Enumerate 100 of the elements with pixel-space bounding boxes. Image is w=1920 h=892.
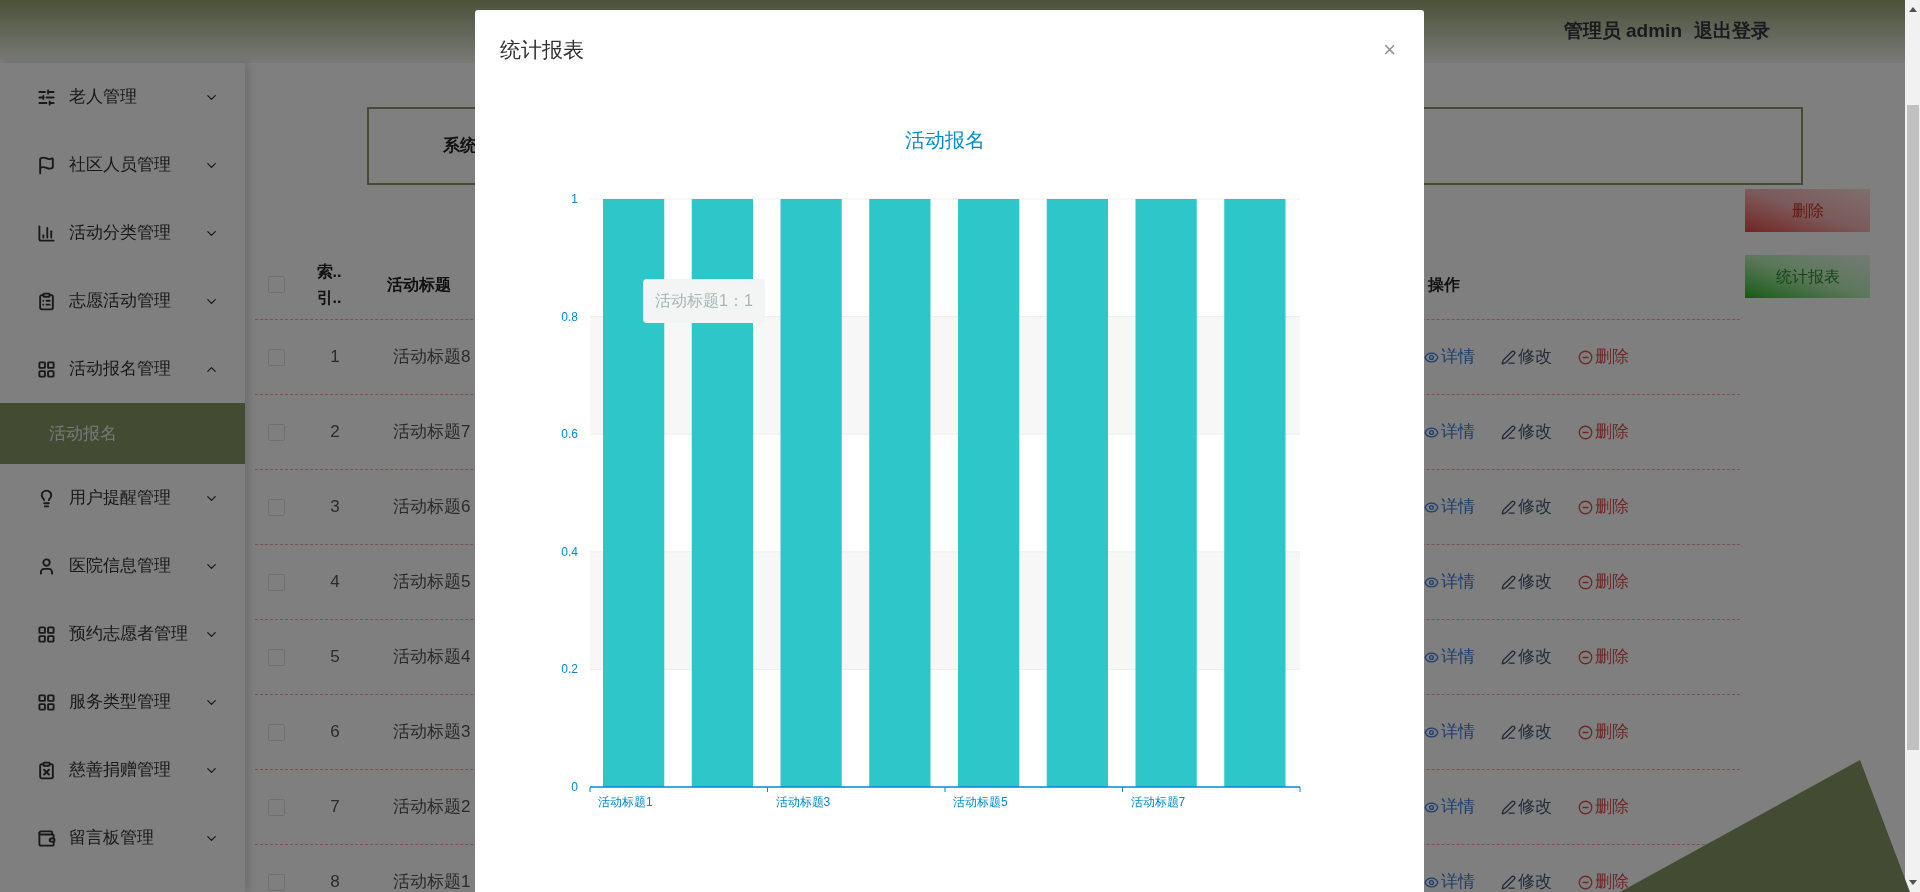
- clipboard-x-icon: [37, 760, 56, 780]
- edit-link[interactable]: 修改: [1501, 344, 1552, 370]
- delete-link[interactable]: 删除: [1578, 419, 1629, 445]
- eye-icon: [1424, 349, 1439, 365]
- details-link[interactable]: 详情: [1424, 569, 1475, 595]
- y-axis-label: 0.6: [561, 426, 578, 441]
- edit-link[interactable]: 修改: [1501, 644, 1552, 670]
- sidebar-label: 慈善捐赠管理: [69, 759, 172, 782]
- delete-link[interactable]: 删除: [1578, 494, 1629, 520]
- delete-link[interactable]: 删除: [1578, 344, 1629, 370]
- table-cell: 活动标题8: [393, 347, 471, 367]
- chart-tooltip: 活动标题1：1: [643, 278, 765, 323]
- pencil-icon: [1501, 649, 1516, 665]
- sidebar-item[interactable]: 慈善捐赠管理: [0, 736, 245, 804]
- x-axis-label: 活动标题7: [1130, 794, 1186, 809]
- sidebar-label: 活动分类管理: [69, 222, 172, 245]
- minus-circle-icon: [1578, 349, 1593, 365]
- edit-link[interactable]: 修改: [1501, 494, 1552, 520]
- flag-icon: [37, 155, 56, 175]
- minus-circle-icon: [1578, 874, 1593, 890]
- sidebar-item[interactable]: 志愿活动管理: [0, 267, 245, 335]
- table-cell-text: 6: [330, 721, 340, 744]
- table-cell: 活动标题1: [393, 872, 471, 892]
- minus-circle-icon: [1578, 724, 1593, 740]
- eye-icon: [1424, 799, 1439, 815]
- eye-icon: [1424, 724, 1439, 740]
- grid-icon: [37, 624, 56, 644]
- minus-circle-icon: [1578, 574, 1593, 590]
- sidebar-item[interactable]: 预约志愿者管理: [0, 600, 245, 668]
- sliders-icon: [37, 87, 56, 107]
- pencil-icon: [1501, 574, 1516, 590]
- sidebar-label: 医院信息管理: [69, 555, 172, 578]
- delete-link[interactable]: 删除: [1578, 719, 1629, 745]
- table-cell: 活动标题6: [393, 497, 471, 517]
- sidebar-item[interactable]: 用户提醒管理: [0, 464, 245, 532]
- eye-icon: [1424, 649, 1439, 665]
- x-axis-label: 活动标题3: [775, 794, 831, 809]
- sidebar-subitem[interactable]: 活动报名: [0, 403, 245, 464]
- minus-circle-icon: [1578, 799, 1593, 815]
- delete-link[interactable]: 删除: [1578, 794, 1629, 820]
- details-link[interactable]: 详情: [1424, 494, 1475, 520]
- delete-link[interactable]: 删除: [1578, 644, 1629, 670]
- logout-link[interactable]: 退出登录: [1694, 17, 1770, 46]
- details-link[interactable]: 详情: [1424, 344, 1475, 370]
- y-axis-label: 0.4: [561, 544, 578, 559]
- column-header: 操作: [1428, 275, 1460, 293]
- details-link[interactable]: 详情: [1424, 644, 1475, 670]
- y-axis-label: 0: [571, 779, 578, 794]
- pencil-icon: [1501, 349, 1516, 365]
- sidebar-label: 社区人员管理: [69, 154, 172, 177]
- sidebar-label: 老人管理: [69, 86, 138, 109]
- details-link[interactable]: 详情: [1424, 719, 1475, 745]
- details-link[interactable]: 详情: [1424, 869, 1475, 892]
- x-axis-label: 活动标题5: [953, 794, 1008, 809]
- edit-link[interactable]: 修改: [1501, 419, 1552, 445]
- chart-title: 活动报名: [905, 128, 985, 151]
- details-link[interactable]: 详情: [1424, 419, 1475, 445]
- table-cell: 活动标题7: [393, 422, 471, 442]
- modal-title: 统计报表: [500, 37, 584, 63]
- sidebar-item[interactable]: 留言板管理: [0, 804, 245, 872]
- table-cell-text: 2: [330, 421, 340, 444]
- y-axis-label: 0.8: [561, 309, 578, 324]
- pencil-icon: [1501, 424, 1516, 440]
- column-header: 活动标题: [387, 275, 451, 293]
- sidebar-label: 服务类型管理: [69, 691, 172, 714]
- pencil-icon: [1501, 799, 1516, 815]
- edit-link[interactable]: 修改: [1501, 719, 1552, 745]
- table-cell-text: 3: [330, 496, 340, 519]
- table-cell: 活动标题4: [393, 647, 471, 667]
- report-button[interactable]: 统计报表: [1745, 255, 1870, 298]
- minus-circle-icon: [1578, 499, 1593, 515]
- person-icon: [37, 556, 56, 576]
- delete-link[interactable]: 删除: [1578, 569, 1629, 595]
- sidebar-item[interactable]: 活动分类管理: [0, 199, 245, 267]
- scroll-up-icon: [1908, 7, 1917, 12]
- sidebar-item[interactable]: 活动报名管理: [0, 335, 245, 403]
- edit-link[interactable]: 修改: [1501, 569, 1552, 595]
- edit-link[interactable]: 修改: [1501, 794, 1552, 820]
- table-cell: 活动标题3: [393, 722, 471, 742]
- delete-link[interactable]: 删除: [1578, 869, 1629, 892]
- sidebar-item[interactable]: 服务类型管理: [0, 668, 245, 736]
- table-cell-text: 1: [330, 346, 340, 369]
- sidebar-item[interactable]: 老人管理: [0, 63, 245, 131]
- eye-icon: [1424, 574, 1439, 590]
- table-cell-text: 8: [330, 871, 340, 892]
- sidebar-item[interactable]: 医院信息管理: [0, 532, 245, 600]
- delete-button[interactable]: 删除: [1745, 189, 1870, 232]
- bar-chart-icon: [37, 223, 56, 243]
- table-cell: 活动标题2: [393, 797, 471, 817]
- sidebar-item[interactable]: 社区人员管理: [0, 131, 245, 199]
- edit-link[interactable]: 修改: [1501, 869, 1552, 892]
- table-cell: 活动标题5: [393, 572, 471, 592]
- admin-label: 管理员 admin: [1563, 19, 1682, 44]
- close-button[interactable]: ×: [1383, 38, 1396, 61]
- minus-circle-icon: [1578, 649, 1593, 665]
- details-link[interactable]: 详情: [1424, 794, 1475, 820]
- sidebar-label: 志愿活动管理: [69, 290, 172, 313]
- y-axis-label: 0.2: [561, 661, 578, 676]
- sidebar-label: 预约志愿者管理: [69, 623, 189, 646]
- eye-icon: [1424, 424, 1439, 440]
